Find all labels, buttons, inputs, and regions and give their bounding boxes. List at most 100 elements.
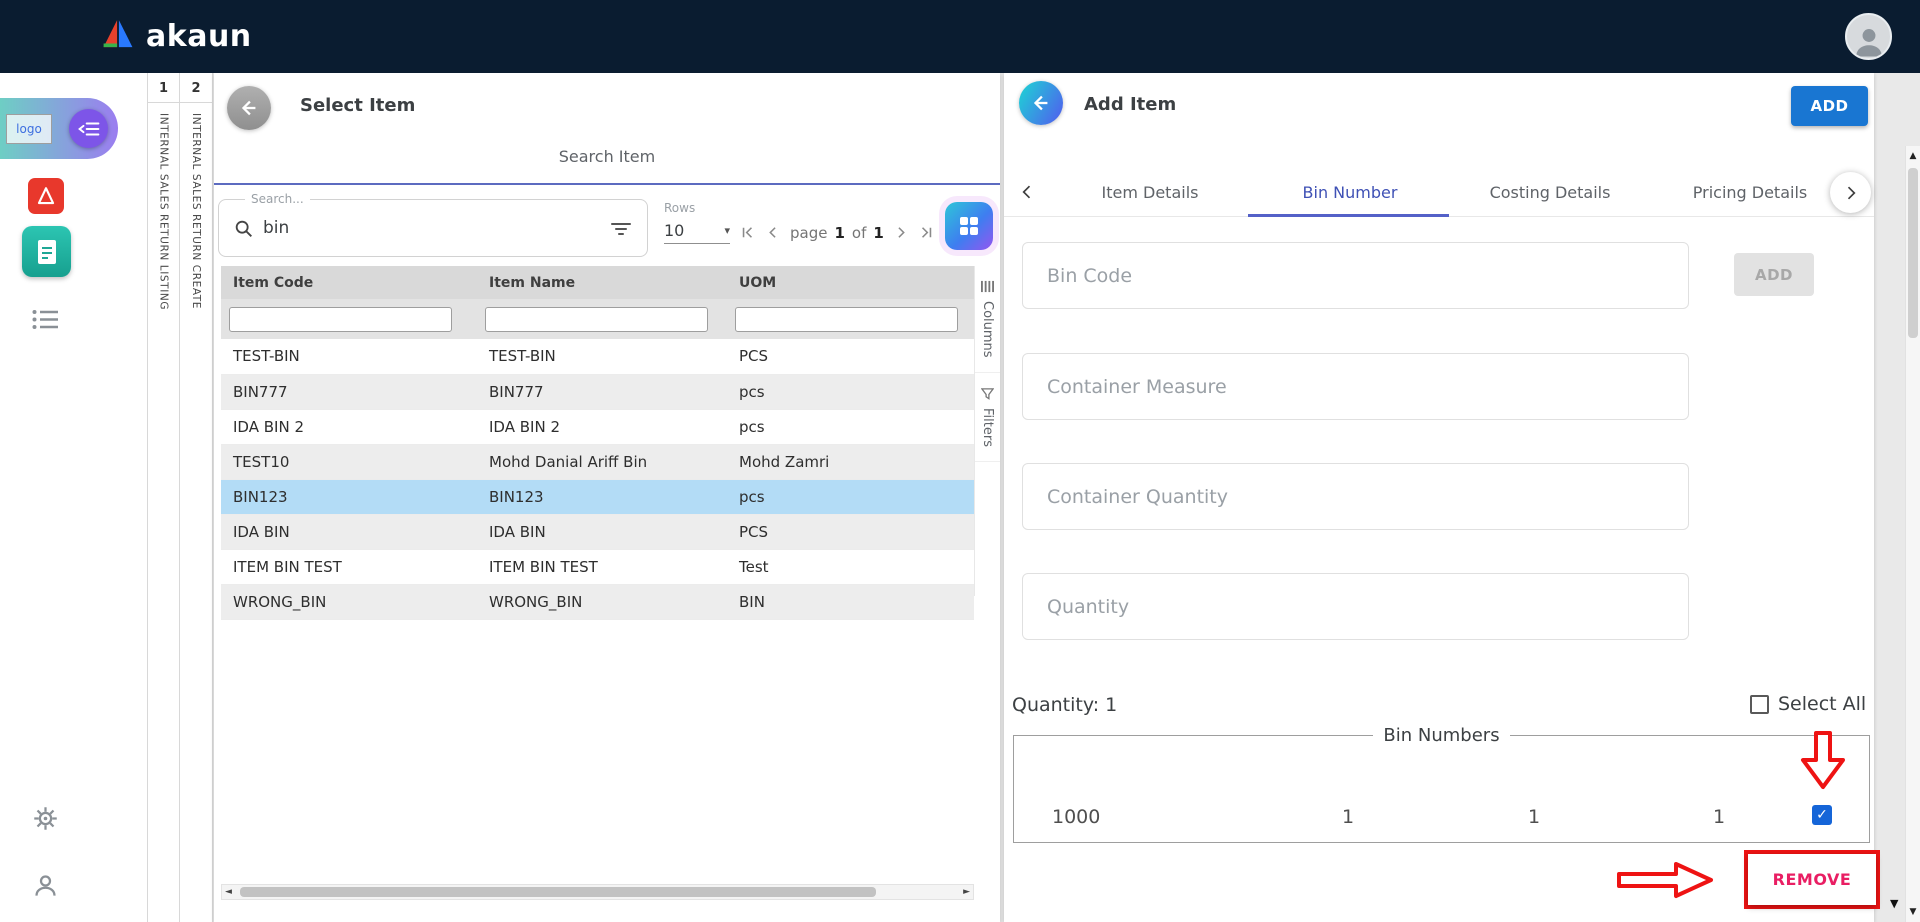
- rows-label: Rows: [664, 201, 734, 215]
- table-row[interactable]: IDA BIN 2 IDA BIN 2 pcs: [221, 409, 974, 444]
- tab-pricing-details[interactable]: Pricing Details: [1650, 183, 1850, 202]
- rows-select[interactable]: 10 ▾: [664, 221, 730, 244]
- workspace-tab-number: 2: [180, 73, 212, 103]
- scrollbar-thumb[interactable]: [1908, 168, 1918, 338]
- document-icon: [35, 238, 59, 266]
- columns-toggle[interactable]: Columns: [975, 266, 1000, 373]
- container-measure-input[interactable]: [1023, 354, 1688, 419]
- grid-icon: [957, 214, 981, 238]
- profile-button[interactable]: [32, 872, 59, 903]
- uom-filter-input[interactable]: [735, 307, 958, 332]
- cell: IDA BIN: [477, 514, 727, 549]
- search-filter-button[interactable]: [609, 217, 633, 245]
- select-all-control[interactable]: Select All: [1750, 693, 1866, 715]
- brand-name: akaun: [146, 19, 252, 54]
- cell: Mohd Danial Ariff Bin: [477, 444, 727, 479]
- scroll-left-icon[interactable]: ◄: [225, 887, 232, 897]
- table-row-selected[interactable]: BIN123 BIN123 pcs: [221, 479, 974, 514]
- cell: BIN123: [221, 479, 477, 514]
- workspace-tab-label: INTERNAL SALES RETURN LISTING: [158, 113, 170, 310]
- listing-menu-button[interactable]: [32, 309, 59, 334]
- table-row[interactable]: ITEM BIN TEST ITEM BIN TEST Test: [221, 549, 974, 584]
- filters-toggle[interactable]: Filters: [975, 373, 1000, 462]
- container-measure-field[interactable]: [1022, 353, 1689, 420]
- horizontal-scrollbar[interactable]: ◄ ►: [221, 884, 974, 900]
- tabs-scroll-right-button[interactable]: [1830, 172, 1871, 213]
- bin-code-input[interactable]: [1023, 243, 1688, 308]
- select-item-panel: Select Item Search Item Search... Rows 1: [214, 73, 1000, 922]
- broken-logo-image: logo: [6, 114, 52, 144]
- column-header-item-name[interactable]: Item Name: [477, 266, 727, 299]
- workspace-tab-1[interactable]: 1 INTERNAL SALES RETURN LISTING: [147, 73, 180, 922]
- quantity-field[interactable]: [1022, 573, 1689, 640]
- first-page-button[interactable]: [738, 223, 757, 242]
- workspace-tab-number: 1: [148, 73, 179, 103]
- sales-document-button[interactable]: [22, 226, 71, 277]
- back-button[interactable]: [227, 86, 271, 130]
- table-side-strip: Columns Filters: [974, 266, 1000, 596]
- tab-costing-details[interactable]: Costing Details: [1450, 183, 1650, 202]
- bin-row-checkbox[interactable]: ✓: [1812, 805, 1832, 825]
- cell: TEST-BIN: [477, 339, 727, 374]
- tab-search-item[interactable]: Search Item: [214, 147, 1000, 166]
- item-name-filter-input[interactable]: [485, 307, 708, 332]
- tabs-scroll-left-button[interactable]: [1004, 182, 1050, 202]
- column-header-item-code[interactable]: Item Code: [221, 266, 477, 299]
- user-avatar[interactable]: [1845, 13, 1892, 60]
- table-row[interactable]: TEST-BIN TEST-BIN PCS: [221, 339, 974, 374]
- bin-numbers-group: Bin Numbers 1000 1 1 1 ✓: [1013, 725, 1870, 843]
- page-text-of: of: [852, 224, 866, 242]
- settings-button[interactable]: [32, 805, 59, 836]
- scroll-up-icon[interactable]: ▲: [1906, 151, 1920, 161]
- table-row[interactable]: BIN777 BIN777 pcs: [221, 374, 974, 409]
- annotation-arrow-right: [1616, 859, 1716, 905]
- remove-button[interactable]: REMOVE: [1748, 854, 1876, 905]
- detail-tabs: Item Details Bin Number Costing Details …: [1004, 168, 1874, 217]
- dropdown-arrow-icon[interactable]: ▼: [1890, 897, 1898, 910]
- tab-bin-number[interactable]: Bin Number: [1250, 183, 1450, 202]
- table-row[interactable]: IDA BIN IDA BIN PCS: [221, 514, 974, 549]
- back-button[interactable]: [1019, 81, 1063, 125]
- menu-open-icon: [77, 118, 101, 140]
- bin-numbers-legend: Bin Numbers: [1373, 725, 1509, 746]
- cell: TEST-BIN: [221, 339, 477, 374]
- cell: IDA BIN: [221, 514, 477, 549]
- rows-value: 10: [664, 221, 684, 240]
- bin-code-add-button[interactable]: ADD: [1734, 253, 1814, 296]
- quantity-input[interactable]: [1023, 574, 1688, 639]
- cell: ITEM BIN TEST: [221, 549, 477, 584]
- select-all-checkbox[interactable]: [1750, 695, 1769, 714]
- add-item-button[interactable]: ADD: [1791, 86, 1868, 126]
- last-page-icon: [917, 223, 936, 242]
- container-quantity-field[interactable]: [1022, 463, 1689, 530]
- pdf-export-button[interactable]: [28, 178, 64, 214]
- apps-grid-button[interactable]: [945, 202, 993, 250]
- search-input[interactable]: [263, 201, 583, 255]
- scroll-right-icon[interactable]: ►: [963, 887, 970, 897]
- scrollbar-thumb[interactable]: [240, 887, 876, 897]
- cell: Test: [727, 549, 974, 584]
- item-code-filter-input[interactable]: [229, 307, 452, 332]
- workspace-tab-2[interactable]: 2 INTERNAL SALES RETURN CREATE: [180, 73, 213, 922]
- page-scrollbar[interactable]: ▲ ▼: [1905, 146, 1920, 922]
- pdf-icon: [34, 184, 58, 208]
- top-navbar: akaun: [0, 0, 1920, 73]
- cell: pcs: [727, 374, 974, 409]
- next-page-button[interactable]: [891, 223, 910, 242]
- bin-code-field[interactable]: [1022, 242, 1689, 309]
- panel-title: Select Item: [300, 95, 415, 116]
- scroll-down-icon[interactable]: ▼: [1906, 907, 1920, 917]
- prev-page-button[interactable]: [764, 223, 783, 242]
- rows-per-page: Rows 10 ▾: [664, 201, 734, 244]
- table-row[interactable]: TEST10 Mohd Danial Ariff Bin Mohd Zamri: [221, 444, 974, 479]
- menu-toggle-button[interactable]: [69, 109, 108, 148]
- active-tab-indicator: [1248, 214, 1449, 217]
- container-quantity-input[interactable]: [1023, 464, 1688, 529]
- brand-logo[interactable]: akaun: [100, 0, 252, 73]
- arrow-left-icon: [1030, 92, 1052, 114]
- tab-item-details[interactable]: Item Details: [1050, 183, 1250, 202]
- column-header-uom[interactable]: UOM: [727, 266, 974, 299]
- table-row[interactable]: WRONG_BIN WRONG_BIN BIN: [221, 584, 974, 619]
- columns-label: Columns: [980, 301, 995, 358]
- last-page-button[interactable]: [917, 223, 936, 242]
